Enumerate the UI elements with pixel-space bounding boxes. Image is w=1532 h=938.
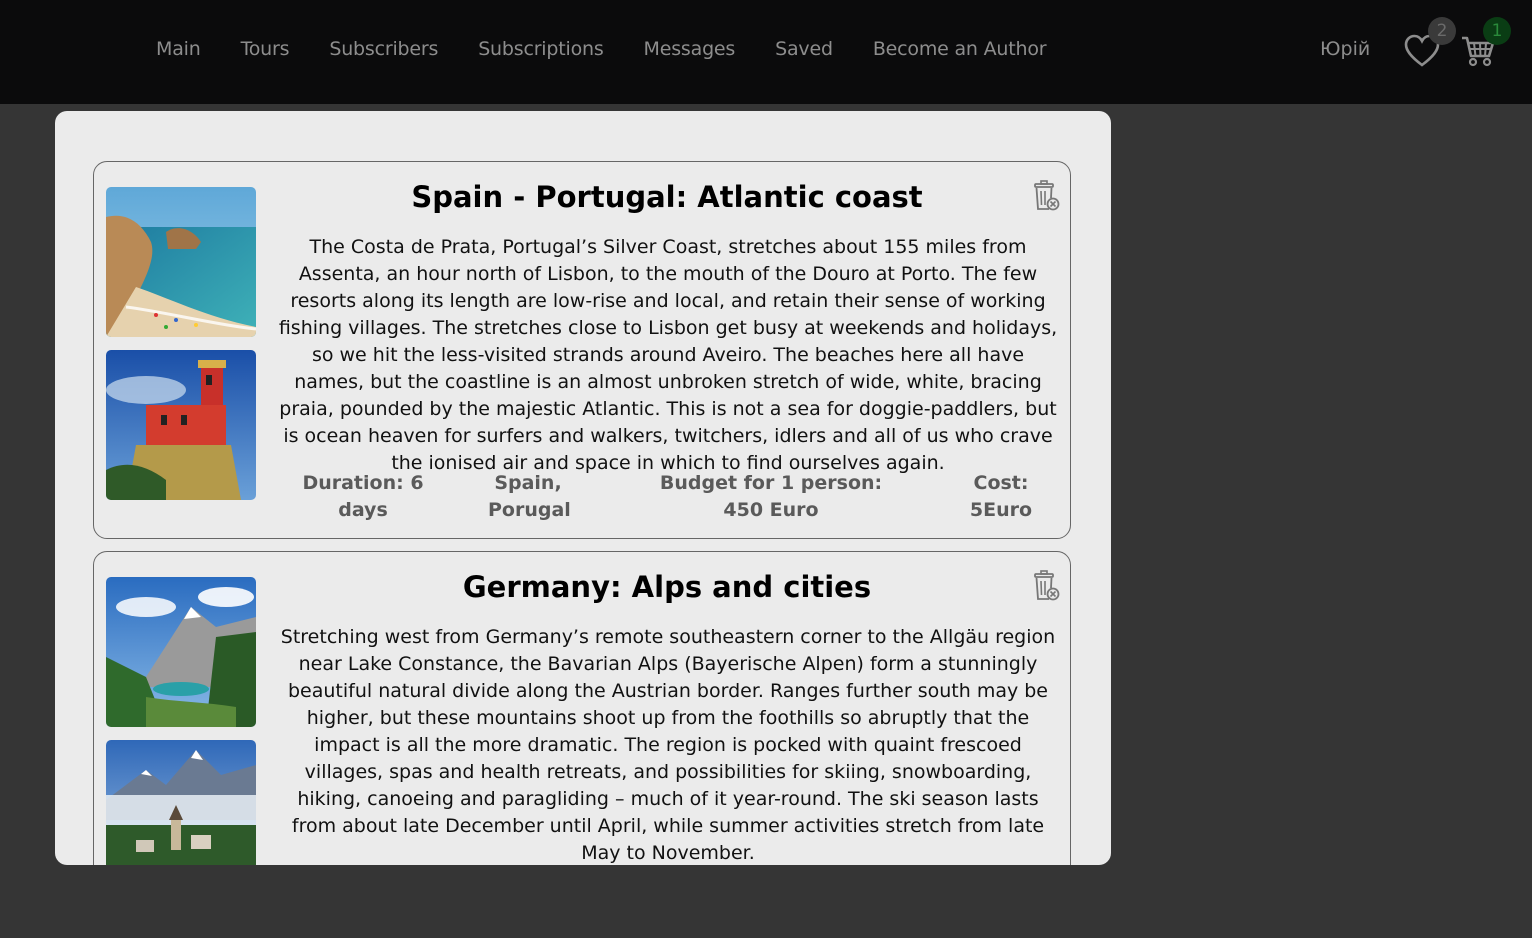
tour-photo-alps-lake[interactable] [106, 577, 256, 727]
tour-stats: Duration: 6 days Spain, Porugal Budget f… [278, 470, 1058, 530]
nav-link-messages[interactable]: Messages [644, 38, 736, 60]
nav-link-saved[interactable]: Saved [775, 38, 833, 60]
favorites-count-badge: 2 [1428, 17, 1456, 45]
nav-link-main[interactable]: Main [156, 38, 201, 60]
tour-cost: Cost: 5Euro [969, 472, 1033, 521]
navbar: Main Tours Subscribers Subscriptions Mes… [0, 0, 1532, 104]
tour-card: Germany: Alps and cities Stretching west… [93, 551, 1071, 865]
tour-photo-beach[interactable] [106, 187, 256, 337]
tour-photo-alps-village[interactable] [106, 740, 256, 865]
tour-card: Spain - Portugal: Atlantic coast The Cos… [93, 161, 1071, 539]
nav-links: Main Tours Subscribers Subscriptions Mes… [156, 38, 1086, 60]
cart-count-badge: 1 [1483, 17, 1511, 45]
tour-budget: Budget for 1 person: 450 Euro [659, 472, 883, 521]
tour-description: Stretching west from Germany’s remote so… [280, 626, 1056, 864]
tour-title: Spain - Portugal: Atlantic coast [411, 180, 923, 214]
nav-link-become-author[interactable]: Become an Author [873, 38, 1047, 60]
nav-link-subscribers[interactable]: Subscribers [329, 38, 438, 60]
tour-photo-palace[interactable] [106, 350, 256, 500]
delete-tour-button[interactable] [1032, 180, 1060, 212]
tour-countries: Spain, Porugal [488, 472, 571, 521]
user-name[interactable]: Юрій [1320, 38, 1370, 60]
tour-duration: Duration: 6 days [302, 472, 424, 521]
nav-link-tours[interactable]: Tours [241, 38, 290, 60]
nav-link-subscriptions[interactable]: Subscriptions [478, 38, 604, 60]
saved-tours-modal: Spain - Portugal: Atlantic coast The Cos… [55, 111, 1111, 865]
trash-icon [1034, 180, 1060, 211]
tour-description: The Costa de Prata, Portugal’s Silver Co… [278, 236, 1058, 474]
tour-title: Germany: Alps and cities [462, 570, 872, 604]
delete-tour-button[interactable] [1032, 570, 1060, 602]
trash-icon [1034, 570, 1060, 601]
